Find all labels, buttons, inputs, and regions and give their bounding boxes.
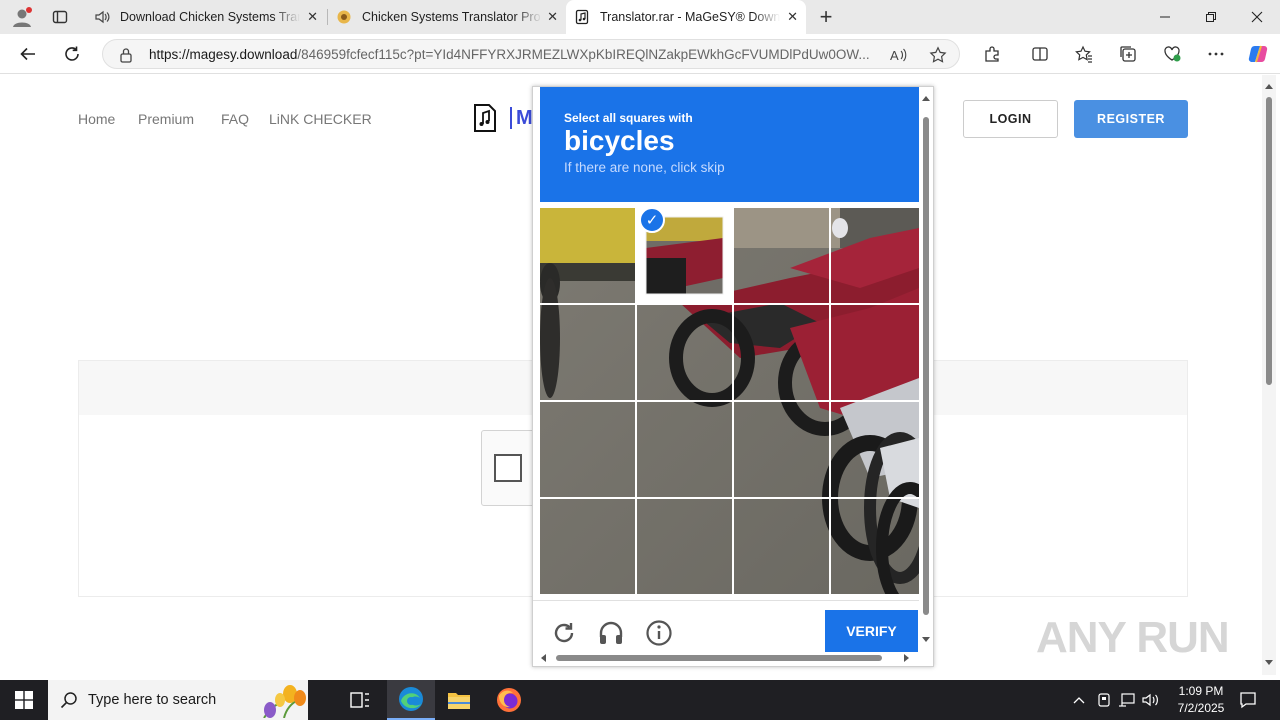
tray-volume-icon[interactable] [1140,680,1162,720]
tab-actions-icon[interactable] [48,5,72,29]
clock-time: 1:09 PM [1178,684,1224,698]
headphones-icon[interactable] [596,618,626,648]
site-logo[interactable] [472,103,498,138]
close-window-icon[interactable] [1234,0,1280,34]
captcha-horizontal-scrollbar[interactable] [533,650,919,666]
edge-browser-icon[interactable] [387,680,435,720]
notifications-icon[interactable] [1236,680,1260,720]
captcha-header: Select all squares with bicycles If ther… [540,87,919,202]
nav-premium[interactable]: Premium [138,111,194,127]
extensions-icon[interactable] [980,42,1004,66]
captcha-tile[interactable] [540,402,635,497]
captcha-tile[interactable] [831,499,919,594]
speaker-icon [94,9,110,25]
tab-chicken-translator[interactable]: Chicken Systems Translator Pro v2 ✕ [328,0,566,34]
browser-toolbar: https://magesy.download/846959fcfecf115c… [0,34,1280,74]
watermark-text: ANY RUN [1036,613,1230,662]
taskbar: Type here to search 1:09 PM 7/2/2025 [0,680,1280,720]
captcha-tile[interactable] [734,305,829,400]
tab-title: Chicken Systems Translator Pro v2 [362,10,542,24]
close-icon[interactable]: ✕ [547,9,558,25]
music-file-icon [474,104,496,132]
url-path: /846959fcfecf115c?pt=YId4NFFYRXJRMEZLWXp… [297,47,870,62]
logo-text: M [516,107,533,129]
captcha-vertical-scrollbar[interactable] [919,87,933,646]
favorite-star-icon[interactable] [929,46,947,69]
nav-home[interactable]: Home [78,111,115,127]
collections-icon[interactable] [1116,42,1140,66]
task-view-icon[interactable] [336,680,384,720]
captcha-tile[interactable] [540,305,635,400]
captcha-tile[interactable] [734,208,829,303]
tab-download-chicken[interactable]: Download Chicken Systems Transl ✕ [86,0,326,34]
lock-icon[interactable] [119,47,133,68]
captcha-tile[interactable] [540,208,635,303]
verify-button[interactable]: VERIFY [825,610,918,652]
captcha-tile[interactable] [734,402,829,497]
nav-link-checker[interactable]: LiNK CHECKER [269,111,372,127]
tab-translator-rar[interactable]: Translator.rar - MaGeSY® Downlo ✕ [566,0,806,34]
url-text[interactable]: https://magesy.download/846959fcfecf115c… [149,47,879,62]
address-bar[interactable]: https://magesy.download/846959fcfecf115c… [102,39,960,69]
flowers-icon [254,682,308,723]
info-icon[interactable] [644,618,674,648]
clock-date: 7/2/2025 [1177,701,1225,715]
captcha-tile[interactable] [637,499,732,594]
split-screen-icon[interactable] [1028,42,1052,66]
page-scrollbar[interactable] [1262,75,1276,675]
profile-icon[interactable] [10,5,34,29]
tray-chevron-icon[interactable] [1068,680,1090,720]
checkmark-icon: ✓ [639,207,665,233]
nav-faq[interactable]: FAQ [221,111,249,127]
register-button[interactable]: REGISTER [1074,100,1188,138]
firefox-icon[interactable] [485,680,533,720]
captcha-footer-divider [533,600,919,601]
captcha-tile[interactable] [637,402,732,497]
tab-title: Translator.rar - MaGeSY® Downlo [600,10,780,24]
favorites-icon[interactable] [1072,42,1096,66]
read-aloud-icon[interactable]: A [889,46,907,69]
reload-icon[interactable] [549,618,579,648]
tab-bar: Download Chicken Systems Transl ✕ Chicke… [0,0,1280,34]
captcha-challenge: Select all squares with bicycles If ther… [532,86,934,667]
tray-network-device-icon[interactable] [1093,680,1115,720]
tab-title: Download Chicken Systems Transl [120,10,300,24]
captcha-tile[interactable] [831,402,919,497]
minimize-icon[interactable] [1142,0,1188,34]
captcha-instruction: Select all squares with [564,111,693,125]
captcha-target: bicycles [564,125,675,156]
captcha-hint: If there are none, click skip [564,160,725,175]
new-tab-button[interactable]: + [814,4,838,29]
file-explorer-icon[interactable] [435,680,483,720]
refresh-icon[interactable] [60,42,84,66]
captcha-tile[interactable] [734,499,829,594]
more-options-icon[interactable] [1204,42,1228,66]
restore-icon[interactable] [1188,0,1234,34]
recaptcha-checkbox[interactable] [494,454,522,482]
windows-start-icon[interactable] [0,680,48,720]
taskbar-clock[interactable]: 1:09 PM 7/2/2025 [1168,683,1234,717]
copilot-icon[interactable] [1246,42,1270,66]
tray-network-icon[interactable] [1116,680,1138,720]
search-placeholder: Type here to search [88,692,217,708]
captcha-tile[interactable] [637,305,732,400]
captcha-tile[interactable] [540,499,635,594]
anyrun-watermark: ANY RUN [1036,606,1236,670]
browser-essentials-icon[interactable] [1160,42,1184,66]
close-icon[interactable]: ✕ [787,9,798,25]
captcha-tile[interactable] [831,208,919,303]
captcha-tile[interactable] [831,305,919,400]
search-icon [60,691,78,714]
svg-text:A: A [890,48,899,63]
close-icon[interactable]: ✕ [307,9,318,25]
logo-divider [510,107,512,129]
site-favicon-icon [336,9,352,25]
taskbar-search-box[interactable]: Type here to search [48,680,308,720]
back-arrow-icon[interactable] [16,42,40,66]
captcha-image-grid [540,208,919,594]
url-host: https://magesy.download [149,47,298,62]
login-button[interactable]: LOGIN [963,100,1058,138]
document-icon [574,9,590,25]
